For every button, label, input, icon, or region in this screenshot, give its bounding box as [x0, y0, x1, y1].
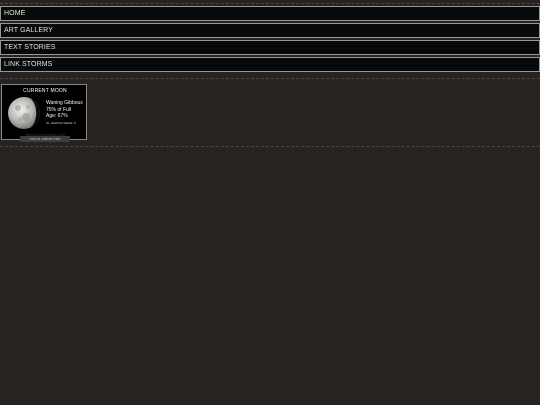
moon-info: Waning Gibbous 75% of Full Age: 67%: [46, 100, 83, 120]
content-divider: [0, 146, 540, 147]
nav-item-text-stories[interactable]: TEXT STORIES: [0, 40, 540, 55]
page: HOME ART GALLERY TEXT STORIES LINK STORM…: [0, 0, 540, 405]
moon-credit: SL HEMISPHERE ®: [46, 121, 76, 125]
nav-item-link-storms[interactable]: LINK STORMS: [0, 57, 540, 72]
moon-info-link[interactable]: moon.shine.info: [20, 136, 70, 142]
main-nav: HOME ART GALLERY TEXT STORIES LINK STORM…: [0, 6, 540, 74]
moon-age: Age: 67%: [46, 113, 68, 119]
nav-item-home[interactable]: HOME: [0, 6, 540, 21]
moon-phase-widget[interactable]: CURRENT MOON Waning Gibbous 75% of Full …: [1, 84, 87, 142]
nav-item-art-gallery[interactable]: ART GALLERY: [0, 23, 540, 38]
moon-phase-icon: [8, 97, 40, 129]
moon-credit-text: SL HEMISPHERE ®: [46, 121, 77, 125]
top-divider: [0, 3, 540, 4]
moon-widget-title: CURRENT MOON: [23, 88, 67, 94]
nav-divider: [0, 78, 540, 79]
moon-phase-name: Waning Gibbous: [46, 100, 83, 106]
